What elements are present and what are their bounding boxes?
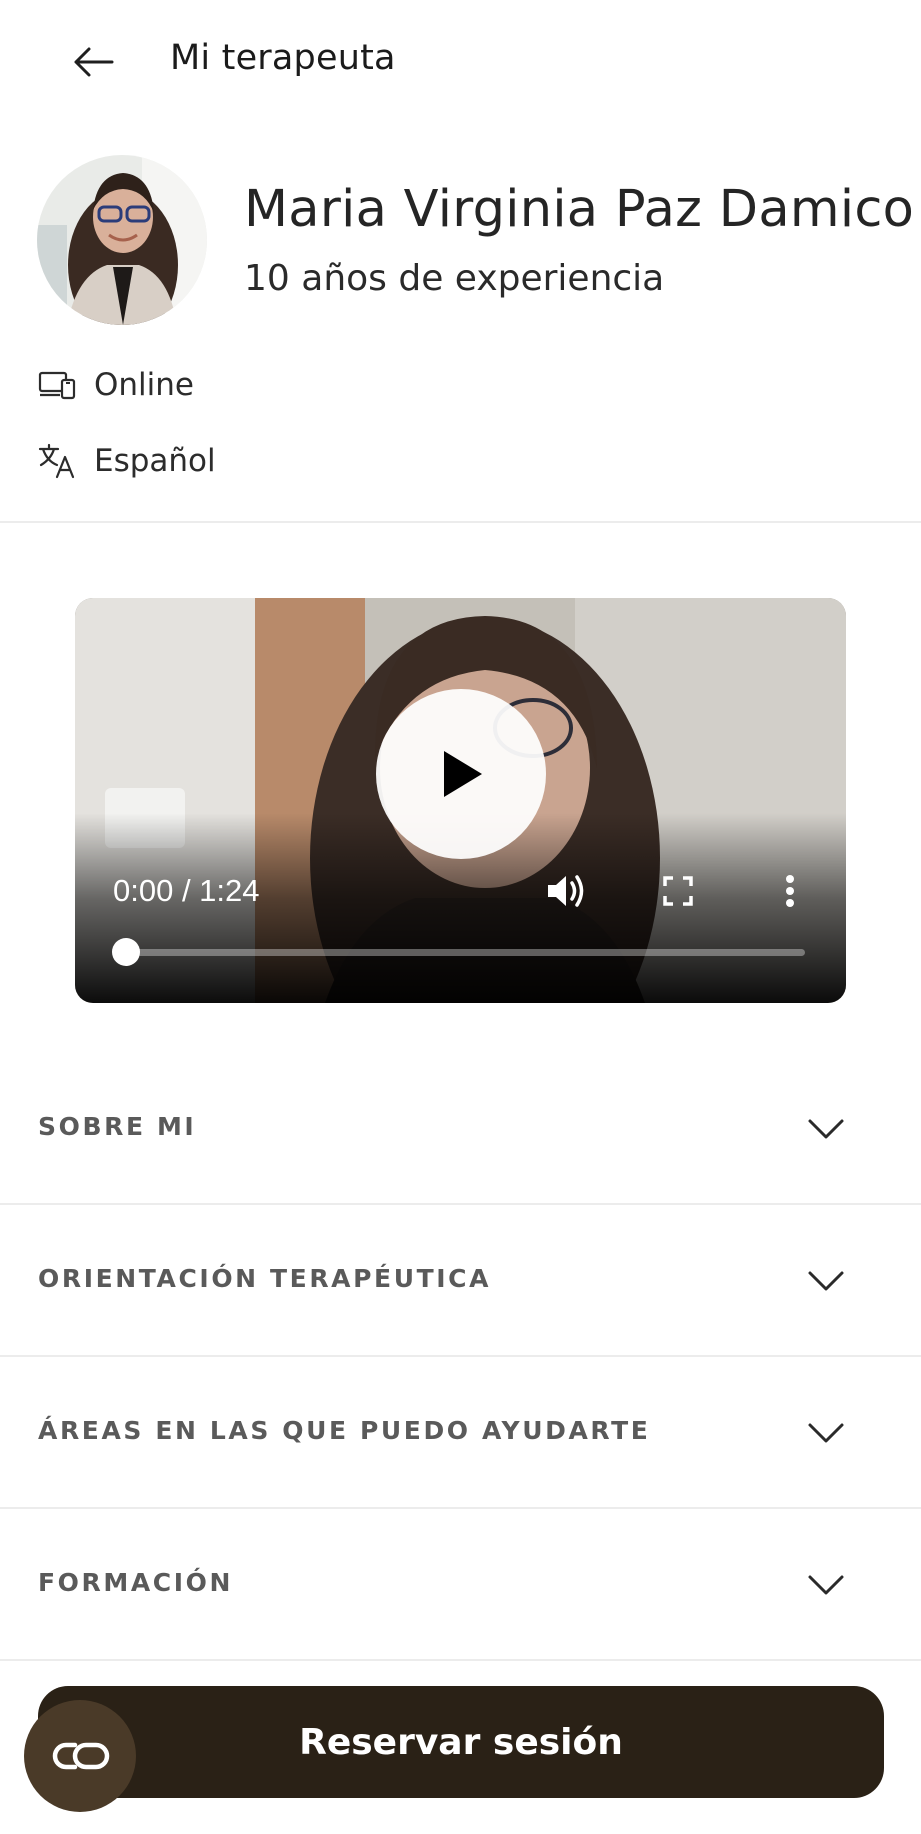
book-session-label: Reservar sesión <box>299 1721 623 1763</box>
therapist-name: Maria Virginia Paz Damico <box>244 180 915 239</box>
video-player[interactable]: 0:00 / 1:24 <box>75 598 846 1003</box>
language-label: Español <box>94 443 216 479</box>
more-vertical-icon <box>786 875 794 907</box>
modality-label: Online <box>94 367 194 403</box>
translate-icon <box>36 440 78 482</box>
section-areas[interactable]: ÁREAS EN LAS QUE PUEDO AYUDARTE <box>0 1357 921 1507</box>
volume-icon <box>548 875 584 907</box>
section-sobre-mi[interactable]: SOBRE MI <box>0 1053 921 1203</box>
play-icon <box>444 751 482 797</box>
volume-button[interactable] <box>541 866 591 916</box>
chevron-down-icon <box>805 1412 847 1454</box>
page-title: Mi terapeuta <box>170 38 396 78</box>
video-scrubber[interactable] <box>112 938 140 966</box>
more-options-button[interactable] <box>765 866 815 916</box>
chevron-down-icon <box>805 1108 847 1150</box>
link-loop-icon <box>52 1742 110 1770</box>
section-label: SOBRE MI <box>38 1112 197 1141</box>
video-progress-bar[interactable] <box>125 949 805 956</box>
section-label: ÁREAS EN LAS QUE PUEDO AYUDARTE <box>38 1416 651 1445</box>
divider <box>0 521 921 523</box>
section-orientacion-terapeutica[interactable]: ORIENTACIÓN TERAPÉUTICA <box>0 1205 921 1355</box>
chevron-down-icon <box>805 1260 847 1302</box>
devices-icon <box>36 364 78 406</box>
play-button[interactable] <box>376 689 546 859</box>
top-bar: Mi terapeuta <box>0 0 921 125</box>
modality-row: Online <box>36 360 194 410</box>
fullscreen-icon <box>663 876 693 906</box>
arrow-left-icon <box>74 47 114 77</box>
book-session-button[interactable]: Reservar sesión <box>38 1686 884 1798</box>
therapist-avatar <box>37 155 207 325</box>
section-formacion[interactable]: FORMACIÓN <box>0 1509 921 1659</box>
video-time: 0:00 / 1:24 <box>113 873 260 908</box>
chevron-down-icon <box>805 1564 847 1606</box>
section-label: FORMACIÓN <box>38 1568 234 1597</box>
assistant-button[interactable] <box>24 1700 136 1812</box>
experience-text: 10 años de experiencia <box>244 258 665 299</box>
section-label: ORIENTACIÓN TERAPÉUTICA <box>38 1264 492 1293</box>
language-row: Español <box>36 436 216 486</box>
divider <box>0 1659 921 1661</box>
back-button[interactable] <box>62 36 124 88</box>
fullscreen-button[interactable] <box>653 866 703 916</box>
